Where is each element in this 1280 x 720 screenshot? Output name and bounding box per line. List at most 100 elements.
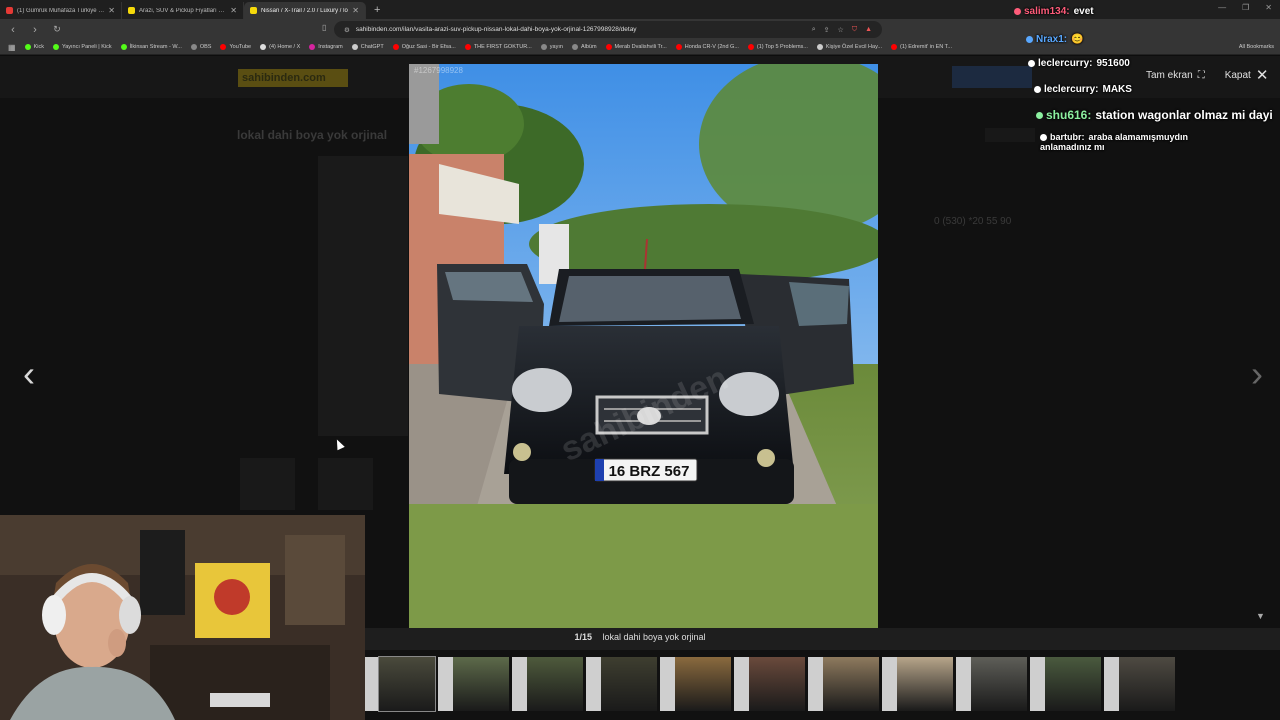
- bookmark-favicon-icon: [747, 44, 754, 50]
- next-photo-arrow-icon[interactable]: ›: [1242, 354, 1272, 394]
- thumbnail-image: [675, 657, 731, 711]
- photo-thumbnail[interactable]: [1104, 657, 1175, 711]
- bookmark-label: Merab Dvalishvili Tr...: [614, 44, 667, 50]
- photo-thumbnail[interactable]: [660, 657, 731, 711]
- share-icon[interactable]: ⇪: [824, 26, 830, 34]
- bookmark-label: İlkinsan Stream - W...: [129, 44, 182, 50]
- bookmark-icon[interactable]: ▯: [322, 23, 326, 32]
- bookmark-item[interactable]: (1) Edremit' in EN T...: [891, 44, 952, 50]
- thumbnail-image: [971, 657, 1027, 711]
- close-tab-icon[interactable]: ✕: [230, 6, 237, 15]
- bookmark-favicon-icon: [605, 44, 612, 50]
- chat-message: Nrax1: 😊: [1026, 34, 1084, 45]
- bookmark-item[interactable]: (1) Top 5 Problems...: [747, 44, 808, 50]
- chat-message-text: 😊: [1071, 34, 1084, 45]
- chat-username: bartubr:: [1050, 132, 1085, 142]
- star-icon[interactable]: ☆: [838, 26, 844, 34]
- bookmark-item[interactable]: Merab Dvalishvili Tr...: [605, 44, 667, 50]
- ad-id-label: #1267998928: [414, 66, 463, 75]
- photo-thumbnail[interactable]: [882, 657, 953, 711]
- chat-badge-icon: [1034, 85, 1041, 93]
- bookmark-item[interactable]: Yayıncı Paneli | Kick: [52, 44, 112, 50]
- bookmark-item[interactable]: yayın: [540, 44, 563, 50]
- bookmark-favicon-icon: [540, 44, 547, 50]
- thumbnail-image: [897, 657, 953, 711]
- reload-icon[interactable]: ↻: [50, 24, 64, 35]
- warning-icon[interactable]: ▲: [865, 26, 872, 34]
- bookmark-item[interactable]: YouTube: [220, 44, 251, 50]
- bookmark-label: (1) Edremit' in EN T...: [900, 44, 952, 50]
- photo-thumbnail[interactable]: [808, 657, 879, 711]
- thumbnail-spacer: [586, 657, 601, 711]
- lightbox-main-photo[interactable]: 16 BRZ 567 sahibinden: [409, 64, 878, 628]
- thumbnail-spacer: [512, 657, 527, 711]
- previous-photo-arrow-icon[interactable]: ‹: [14, 354, 44, 394]
- bookmark-item[interactable]: THE FIRST GOKTUR...: [464, 44, 532, 50]
- photo-thumbnail[interactable]: [512, 657, 583, 711]
- chat-message-text: MAKS: [1102, 84, 1132, 95]
- chat-badge-icon: [1028, 59, 1035, 67]
- bookmark-item[interactable]: İlkinsan Stream - W...: [120, 44, 182, 50]
- sahibinden-favicon-icon: [128, 7, 135, 14]
- bookmark-item[interactable]: Kişiye Özel Evcil Hay...: [816, 44, 882, 50]
- address-bar-icons: ⌕ ⇪ ☆ ⛉ ▲: [812, 26, 872, 34]
- bookmark-favicon-icon: [120, 44, 127, 50]
- bookmark-label: THE FIRST GOKTUR...: [473, 44, 532, 50]
- bookmark-item[interactable]: (4) Home / X: [260, 44, 300, 50]
- bookmark-favicon-icon: [52, 44, 59, 50]
- forward-arrow-icon[interactable]: ›: [28, 24, 42, 36]
- screen: (1) Gümrük Muhafaza Türkiye 19. Bö ✕ Ara…: [0, 0, 1280, 720]
- extension-shield-icon[interactable]: ⛉: [852, 26, 857, 34]
- browser-tab-3-active[interactable]: Nissan / X-Trail / 2.0 / Luxury / lo ✕: [244, 2, 366, 19]
- bookmark-item[interactable]: Honda CR-V (2nd G...: [675, 44, 739, 50]
- site-logo[interactable]: sahibinden.com: [238, 69, 348, 87]
- zoom-icon[interactable]: ⌕: [812, 26, 816, 34]
- bookmark-favicon-icon: [24, 44, 31, 50]
- photo-thumbnail[interactable]: [1030, 657, 1101, 711]
- back-arrow-icon[interactable]: ‹: [6, 24, 20, 36]
- thumbnail-image: [378, 656, 436, 712]
- listing-title: lokal dahi boya yok orjinal: [237, 128, 388, 142]
- browser-tab-1[interactable]: (1) Gümrük Muhafaza Türkiye 19. Bö ✕: [0, 2, 122, 19]
- bookmark-favicon-icon: [351, 44, 358, 50]
- sahibinden-favicon-icon: [250, 7, 257, 14]
- close-tab-icon[interactable]: ✕: [352, 6, 359, 15]
- photo-thumbnail[interactable]: [438, 657, 509, 711]
- bookmark-item[interactable]: Albüm: [571, 44, 597, 50]
- chat-message: bartubr: araba alamamışmuydın anlamadınız…: [1040, 132, 1210, 152]
- chat-badge-icon: [1014, 7, 1021, 15]
- thumbnail-image: [601, 657, 657, 711]
- photo-thumbnail[interactable]: [956, 657, 1027, 711]
- photo-thumbnail[interactable]: [364, 656, 436, 712]
- bookmark-item[interactable]: Kick: [24, 44, 44, 50]
- browser-tab-2[interactable]: Arazi, SUV & Pickup Fiyatları & Mod ✕: [122, 2, 244, 19]
- bookmark-item[interactable]: Oğuz Sasi - Bir Efsa...: [392, 44, 456, 50]
- bookmark-label: (1) Top 5 Problems...: [756, 44, 808, 50]
- bookmark-favicon-icon: [891, 44, 897, 50]
- site-info-icon[interactable]: ⚙: [344, 26, 350, 34]
- thumbnail-background: [240, 458, 295, 510]
- chat-message: leclercurry: MAKS: [1034, 84, 1132, 95]
- photo-thumbnail[interactable]: [586, 657, 657, 711]
- chat-message-text: station wagonlar olmaz mi dayi: [1095, 108, 1273, 122]
- thumbnail-image: [527, 657, 583, 711]
- youtube-favicon-icon: [6, 7, 13, 14]
- bookmark-favicon-icon: [190, 44, 197, 50]
- apps-grid-icon[interactable]: ▦: [8, 43, 16, 52]
- address-bar[interactable]: ⚙ sahibinden.com/ilan/vasita-arazi-suv-p…: [334, 21, 882, 38]
- scroll-down-chevron-icon[interactable]: ▼: [1256, 611, 1265, 621]
- bookmark-item[interactable]: ChatGPT: [351, 44, 384, 50]
- chat-message: leclercurry: 951600: [1028, 58, 1130, 69]
- bookmark-item[interactable]: Instagram: [309, 44, 343, 50]
- thumbnail-spacer: [438, 657, 453, 711]
- close-tab-icon[interactable]: ✕: [108, 6, 115, 15]
- thumbnail-spacer: [808, 657, 823, 711]
- bookmark-favicon-icon: [816, 44, 823, 50]
- chat-badge-icon: [1026, 35, 1033, 43]
- webcam-overlay: [0, 515, 365, 720]
- chat-username: leclercurry:: [1044, 84, 1099, 95]
- bookmark-favicon-icon: [392, 44, 399, 50]
- photo-thumbnail[interactable]: [734, 657, 805, 711]
- new-tab-plus-icon[interactable]: +: [366, 2, 388, 19]
- bookmark-item[interactable]: OBS: [190, 44, 211, 50]
